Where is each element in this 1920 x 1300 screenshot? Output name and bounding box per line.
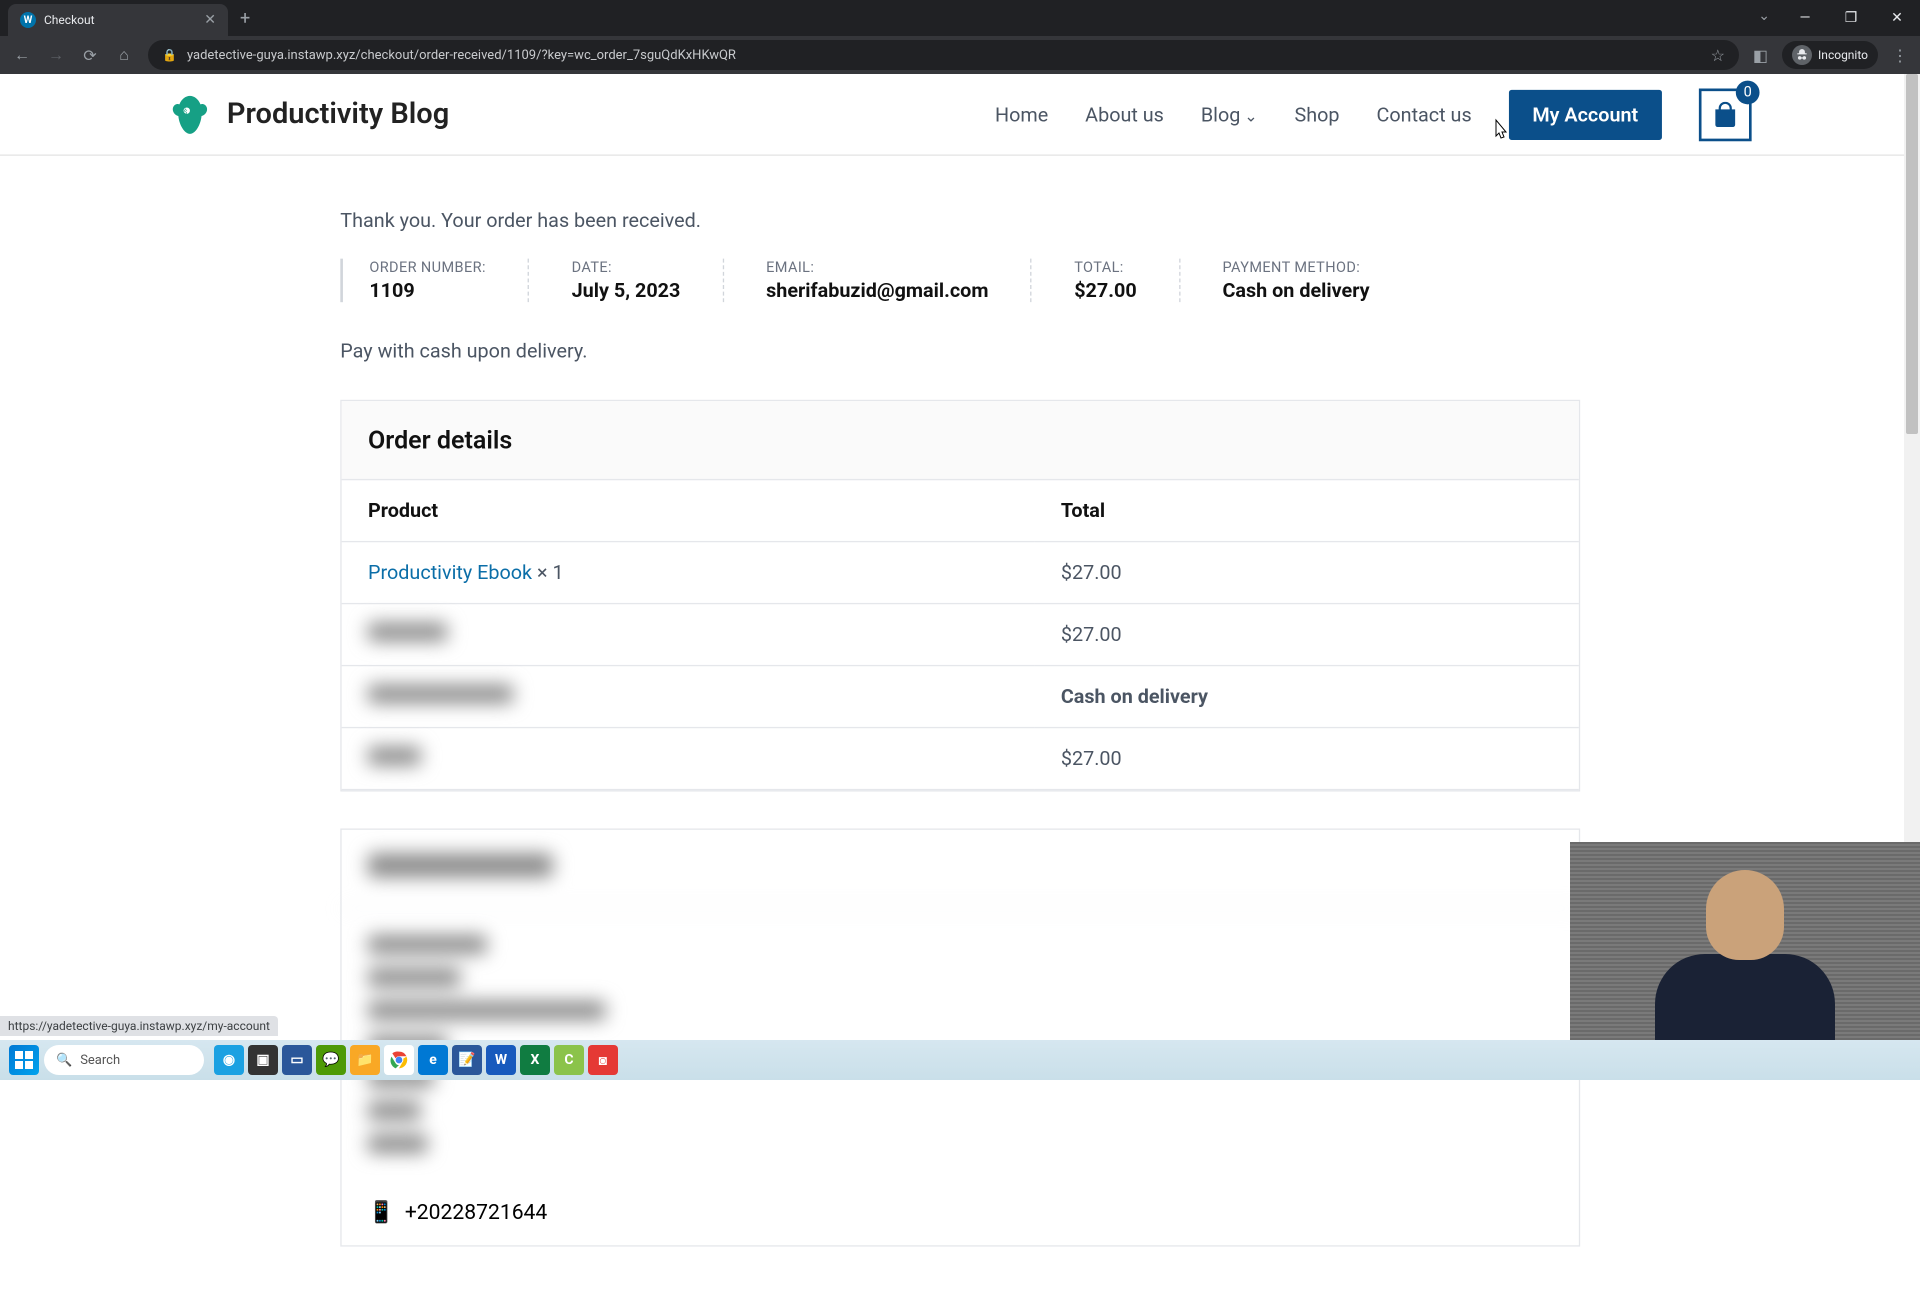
app-word[interactable]: W [486,1045,516,1075]
cart-button[interactable]: 0 [1699,88,1752,141]
billing-address-title [342,830,1579,909]
site-title: Productivity Blog [227,98,449,131]
app-notepad[interactable]: 📝 [452,1045,482,1075]
table-row: $27.00 [342,604,1579,666]
app-explorer[interactable]: ▣ [248,1045,278,1075]
back-button[interactable]: ← [12,45,32,65]
app-edge[interactable]: e [418,1045,448,1075]
order-email-label: EMAIL: [766,259,988,276]
home-button[interactable]: ⌂ [114,45,134,65]
app-recorder[interactable]: ◙ [588,1045,618,1075]
payment-note: Pay with cash upon delivery. [340,339,1580,363]
order-details-table: Product Total Productivity Ebook × 1 $27… [342,480,1579,790]
th-product: Product [342,480,1035,541]
order-number-label: ORDER NUMBER: [369,259,486,276]
url-text: yadetective-guya.instawp.xyz/checkout/or… [187,48,1701,63]
nav-home[interactable]: Home [995,102,1048,126]
order-details: Order details Product Total Productivity… [340,400,1580,792]
taskbar: 🔍 Search ◉ ▣ ▭ 💬 📁 e 📝 W X C ◙ [0,1040,1920,1080]
method-value: Cash on delivery [1034,666,1578,728]
grand-total-value: $27.00 [1034,728,1578,790]
shopping-bag-icon [1712,101,1738,127]
minimize-button[interactable]: ― [1782,0,1828,36]
nav-shop[interactable]: Shop [1294,102,1339,126]
my-account-button[interactable]: My Account [1509,89,1662,139]
incognito-icon [1792,45,1812,65]
table-row: Productivity Ebook × 1 $27.00 [342,542,1579,604]
thank-you-message: Thank you. Your order has been received. [340,209,1580,233]
taskbar-search[interactable]: 🔍 Search [44,1045,204,1075]
start-button[interactable] [8,1044,40,1076]
order-overview: ORDER NUMBER: 1109 DATE: July 5, 2023 EM… [340,259,1580,303]
order-number-value: 1109 [369,278,486,302]
order-content: Thank you. Your order has been received.… [301,156,1620,1300]
close-window-button[interactable]: ✕ [1874,0,1920,36]
webcam-overlay [1570,842,1920,1040]
svg-text:$: $ [184,107,188,115]
order-date-value: July 5, 2023 [572,278,681,302]
order-date-label: DATE: [572,259,681,276]
phone-number: +20228721644 [405,1200,547,1225]
menu-button[interactable]: ⋮ [1892,46,1908,65]
table-row: $27.00 [342,728,1579,790]
search-icon: 🔍 [56,1053,72,1068]
new-tab-button[interactable]: + [240,8,250,29]
window-controls: ― ❐ ✕ [1782,0,1920,36]
status-bar-link: https://yadetective-guya.instawp.xyz/my-… [0,1016,278,1036]
forward-button[interactable]: → [46,45,66,65]
nav-about[interactable]: About us [1085,102,1164,126]
cart-badge: 0 [1736,80,1760,104]
profile-button[interactable]: Incognito [1782,41,1878,69]
address-bar: ← → ⟳ ⌂ 🔒 yadetective-guya.instawp.xyz/c… [0,36,1920,74]
extensions-icon[interactable]: ◧ [1753,46,1768,65]
browser-chrome: W Checkout ✕ + ⌄ ― ❐ ✕ ← → ⟳ ⌂ 🔒 yadetec… [0,0,1920,74]
nav-menu: Home About us Blog Shop Contact us My Ac… [995,88,1752,141]
bookmark-icon[interactable]: ☆ [1711,46,1725,65]
order-total-label: TOTAL: [1074,259,1137,276]
app-copilot[interactable]: ◉ [214,1045,244,1075]
taskbar-apps: ◉ ▣ ▭ 💬 📁 e 📝 W X C ◙ [214,1045,618,1075]
product-qty: × 1 [537,561,564,585]
browser-tab[interactable]: W Checkout ✕ [8,4,228,36]
nav-blog[interactable]: Blog [1201,102,1258,126]
app-chrome[interactable] [384,1045,414,1075]
logo-icon: $ [169,93,211,135]
phone-icon: 📱 [368,1200,394,1225]
payment-method-value: Cash on delivery [1222,278,1369,302]
billing-address-box: 📱 +20228721644 [340,828,1580,1247]
app-taskview[interactable]: ▭ [282,1045,312,1075]
scrollbar-thumb[interactable] [1906,74,1918,434]
subtotal-value: $27.00 [1034,604,1578,666]
wordpress-favicon: W [20,12,36,28]
table-row: Cash on delivery [342,666,1579,728]
app-chat[interactable]: 💬 [316,1045,346,1075]
maximize-button[interactable]: ❐ [1828,0,1874,36]
order-total-value: $27.00 [1074,278,1137,302]
order-details-title: Order details [342,401,1579,480]
tab-bar: W Checkout ✕ + ⌄ ― ❐ ✕ [0,0,1920,36]
site-logo[interactable]: $ Productivity Blog [169,93,449,135]
product-link[interactable]: Productivity Ebook [368,561,532,585]
url-bar[interactable]: 🔒 yadetective-guya.instawp.xyz/checkout/… [148,40,1739,70]
payment-method-label: PAYMENT METHOD: [1222,259,1369,276]
profile-label: Incognito [1818,48,1868,62]
app-excel[interactable]: X [520,1045,550,1075]
app-files[interactable]: 📁 [350,1045,380,1075]
close-tab-icon[interactable]: ✕ [204,12,216,28]
reload-button[interactable]: ⟳ [80,46,100,65]
nav-contact[interactable]: Contact us [1376,102,1471,126]
order-email-value: sherifabuzid@gmail.com [766,278,988,302]
site-header: $ Productivity Blog Home About us Blog S… [0,74,1920,156]
tab-title: Checkout [44,13,196,27]
search-placeholder: Search [80,1053,120,1068]
tabs-chevron-icon[interactable]: ⌄ [1758,8,1770,24]
lock-icon: 🔒 [162,48,177,62]
app-camtasia[interactable]: C [554,1045,584,1075]
th-total: Total [1034,480,1578,541]
item-total: $27.00 [1034,542,1578,604]
